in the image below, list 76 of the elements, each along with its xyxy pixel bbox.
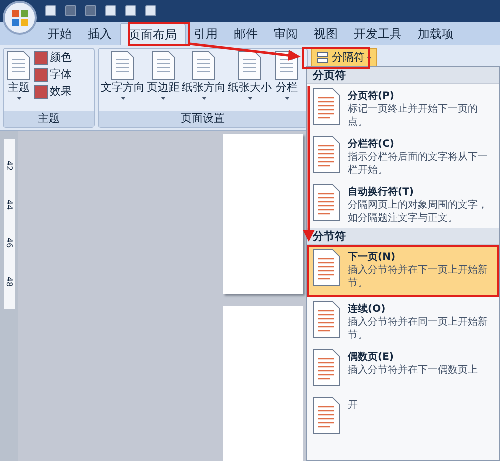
ribbon-tab[interactable]: 引用 — [186, 23, 226, 45]
ribbon-button[interactable]: 效果 — [34, 85, 72, 99]
toolbar-icon[interactable] — [44, 4, 58, 18]
group-label: 页面设置 — [99, 111, 307, 127]
document-icon — [110, 51, 136, 81]
document-icon — [312, 301, 342, 339]
ribbon-tab[interactable]: 审阅 — [266, 23, 306, 45]
section-header: 分节符 — [307, 228, 499, 245]
logo-icon — [11, 9, 29, 27]
item-description: 分隔网页上的对象周围的文字，如分隔题注文字与正文。 — [348, 199, 489, 225]
document-icon — [312, 249, 342, 287]
highlight-frame — [302, 47, 370, 69]
group-label: 主题 — [4, 111, 94, 127]
menu-item[interactable]: 偶数页(E) 插入分节符并在下一偶数页上 — [307, 345, 499, 393]
swatch-icon — [34, 68, 48, 82]
ribbon-tab[interactable]: 开发工具 — [346, 23, 410, 45]
section-header: 分页符 — [307, 67, 499, 84]
swatch-icon — [34, 51, 48, 65]
caret-icon — [161, 97, 166, 100]
menu-item[interactable]: 分栏符(C) 指示分栏符后面的文字将从下一栏开始。 — [307, 132, 499, 180]
ribbon-tab[interactable]: 视图 — [306, 23, 346, 45]
ribbon-button[interactable]: 颜色 — [34, 51, 72, 65]
menu-item[interactable]: 分页符(P) 标记一页终止并开始下一页的点。 — [307, 84, 499, 132]
ruler-number: 46 — [4, 238, 14, 248]
ribbon-button[interactable]: 页边距 — [147, 51, 180, 111]
item-title: 分栏符(C) — [348, 138, 396, 151]
document-icon — [312, 349, 342, 387]
toolbar-icon[interactable] — [84, 4, 98, 18]
item-description: 标记一页终止并开始下一页的点。 — [348, 103, 479, 129]
item-description: 插入分节符并在下一偶数页上 — [348, 364, 479, 377]
ribbon-button[interactable]: 纸张大小 — [228, 51, 272, 111]
document-icon — [312, 184, 342, 222]
ribbon-tab[interactable]: 插入 — [80, 23, 120, 45]
item-title: 自动换行符(T) — [348, 186, 415, 199]
ribbon-button[interactable]: 主题 — [6, 51, 32, 111]
caret-icon — [248, 97, 252, 100]
toolbar-icon[interactable] — [144, 4, 158, 18]
ribbon-button[interactable]: 纸张方向 — [182, 51, 226, 111]
document-icon — [6, 51, 32, 81]
caret-icon — [120, 97, 126, 100]
caret-icon — [202, 97, 206, 100]
item-title: 下一页(N) — [348, 251, 397, 264]
caret-icon — [367, 56, 372, 60]
document-icon — [312, 88, 342, 126]
document-icon — [150, 51, 176, 81]
document-icon — [312, 136, 342, 174]
item-title: 连续(O) — [348, 303, 387, 316]
ribbon-tab[interactable]: 加载项 — [410, 23, 462, 45]
caret-icon — [16, 97, 22, 100]
document-icon — [237, 51, 263, 81]
item-description: 插入分节符并在同一页上开始新节。 — [348, 316, 489, 342]
menu-item[interactable]: 连续(O) 插入分节符并在同一页上开始新节。 — [307, 297, 499, 345]
ruler-number: 44 — [4, 200, 14, 210]
ruler-number: 48 — [4, 276, 14, 287]
toolbar-icon[interactable] — [64, 4, 78, 18]
item-title: 偶数页(E) — [348, 351, 395, 364]
toolbar-icon[interactable] — [124, 4, 138, 18]
document-icon — [191, 51, 217, 81]
document-icon — [312, 397, 342, 435]
ribbon-tab[interactable]: 开始 — [40, 23, 80, 45]
item-description: 指示分栏符后面的文字将从下一栏开始。 — [348, 151, 489, 177]
menu-item[interactable]: 自动换行符(T) 分隔网页上的对象周围的文字，如分隔题注文字与正文。 — [307, 180, 499, 228]
ribbon-button[interactable]: 字体 — [34, 68, 72, 82]
ruler-number: 42 — [4, 161, 14, 172]
menu-item[interactable]: 开 — [307, 393, 499, 441]
item-description: 开 — [348, 399, 359, 412]
ribbon-button[interactable]: 文字方向 — [101, 51, 145, 111]
item-description: 插入分节符并在下一页上开始新节。 — [348, 264, 489, 290]
ribbon-tab[interactable]: 邮件 — [226, 23, 266, 45]
breaks-icon — [316, 52, 330, 64]
highlight-frame — [128, 22, 190, 46]
caret-icon — [284, 97, 290, 100]
item-title: 分页符(P) — [348, 90, 396, 103]
swatch-icon — [34, 85, 48, 99]
toolbar-icon[interactable] — [104, 4, 118, 18]
menu-item[interactable]: 下一页(N) 插入分节符并在下一页上开始新节。 — [307, 245, 499, 297]
